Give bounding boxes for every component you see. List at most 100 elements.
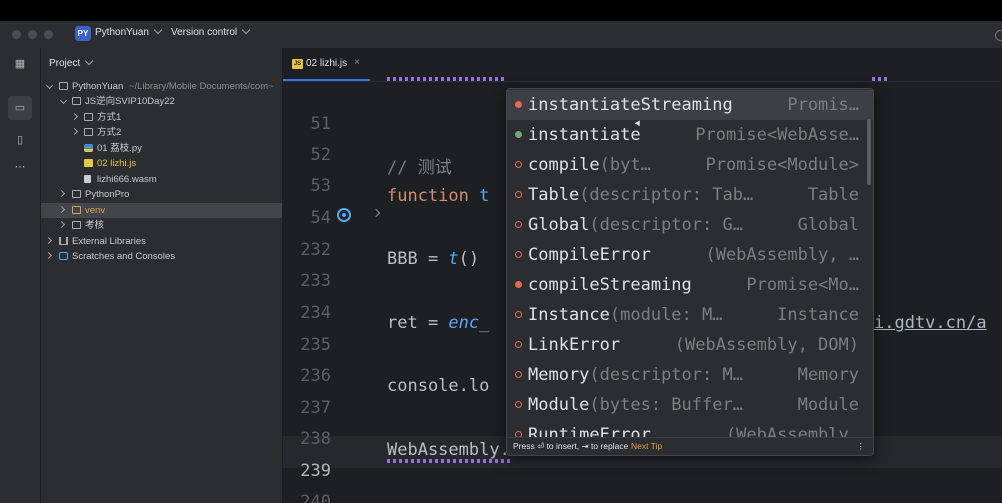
structure-icon[interactable]: ▦ (13, 57, 27, 71)
close-icon[interactable]: × (354, 57, 360, 68)
expand-arrow-icon[interactable] (45, 81, 54, 90)
completion-item[interactable]: Module(bytes: Buffer… Module (507, 390, 873, 420)
python-file-icon (84, 144, 93, 152)
folder-icon (84, 113, 93, 121)
folder-icon[interactable]: ▭ (13, 101, 27, 115)
code-text: WebAssembly (387, 440, 500, 460)
completion-type: Promis… (787, 95, 859, 115)
property-icon (515, 131, 522, 138)
completion-item[interactable]: instantiateStreaming Promis… (507, 90, 873, 120)
class-icon (515, 371, 522, 378)
tree-item-js-file[interactable]: 02 lizhi.js (41, 156, 282, 171)
line-number: 235 (300, 335, 331, 355)
tree-item-pythonyuan[interactable]: PythonYuan ~/Library/Mobile Documents/co… (41, 79, 282, 94)
line-number: 233 (300, 271, 331, 291)
url-link[interactable]: i.gdtv.cn/a (874, 313, 987, 333)
collapse-arrow-icon[interactable] (57, 220, 66, 229)
line-number: 52 (310, 145, 331, 165)
project-badge[interactable]: PY (75, 26, 91, 41)
project-switcher[interactable]: PythonYuan (95, 25, 163, 38)
collapse-arrow-icon[interactable] (57, 189, 66, 198)
project-panel: Project PythonYuan ~/Library/Mobile Docu… (41, 48, 282, 503)
keyword: function (387, 186, 469, 206)
code-line-53[interactable]: // 测试 (387, 153, 452, 178)
warning-squiggle (387, 77, 506, 81)
more-options-icon[interactable]: ⋮ (857, 438, 866, 454)
bookmark-icon[interactable]: ▯ (13, 133, 27, 147)
code-text: ret = (387, 313, 449, 333)
js-file-icon (84, 159, 93, 167)
completion-item[interactable]: instantiate Promise<WebAsse… (507, 120, 873, 150)
tree-item-label: External Libraries (72, 236, 146, 247)
code-line-235[interactable]: ret = enc_ (387, 313, 489, 333)
line-number: 54 (310, 208, 331, 228)
line-number: 238 (300, 429, 331, 449)
tree-item-scratches[interactable]: Scratches and Consoles (41, 249, 282, 264)
project-panel-header[interactable]: Project (49, 56, 94, 69)
folder-icon (84, 128, 93, 136)
minimize-window-dot[interactable] (28, 30, 37, 39)
popup-scrollbar[interactable] (867, 119, 871, 185)
tree-item-external-libraries[interactable]: External Libraries (41, 234, 282, 249)
run-gutter-icon[interactable] (337, 208, 351, 222)
completion-name: Instance(module: M… (528, 305, 723, 325)
vcs-switcher[interactable]: Version control (171, 25, 251, 38)
collapse-arrow-icon[interactable] (44, 236, 53, 245)
tree-item-venv[interactable]: venv (41, 203, 282, 218)
completion-type: Promise<Module> (705, 155, 859, 175)
tree-item-wasm-file[interactable]: lizhi666.wasm (41, 172, 282, 187)
next-tip-link[interactable]: Next Tip (631, 438, 662, 454)
expand-arrow-icon[interactable] (59, 96, 68, 105)
footer-hint: Press ⏎ to insert, ⇥ to replace (513, 441, 629, 451)
line-number-gutter: 51 52 53 54 232 233 234 235 236 237 238 … (283, 82, 373, 503)
chevron-down-icon (153, 25, 163, 35)
folder-icon (72, 221, 81, 229)
code-line-239[interactable]: WebAssembly. (387, 440, 510, 460)
completion-type: Promise<Mo… (746, 275, 859, 295)
collapse-arrow-icon[interactable] (44, 251, 53, 260)
collapse-arrow-icon[interactable] (70, 127, 79, 136)
collapse-arrow-icon[interactable] (70, 112, 79, 121)
settings-icon[interactable] (995, 30, 1002, 41)
completion-footer: Press ⏎ to insert, ⇥ to replace Next Tip… (507, 437, 873, 455)
completion-item[interactable]: LinkError (WebAssembly, DOM) (507, 330, 873, 360)
completion-item[interactable]: Instance(module: M… Instance (507, 300, 873, 330)
code-line-54[interactable]: function t (387, 186, 489, 206)
tree-item-js-course[interactable]: JS逆向SVIP10Day22 (41, 94, 282, 109)
completion-type: Memory (797, 365, 859, 385)
title-bar: PY PythonYuan Version control (0, 21, 1002, 48)
completion-item[interactable]: Memory(descriptor: M… Memory (507, 360, 873, 390)
tree-item-label: PythonPro (85, 189, 130, 200)
collapse-arrow-icon[interactable] (57, 205, 66, 214)
completion-item[interactable]: Global(descriptor: G… Global (507, 210, 873, 240)
fold-arrow-icon[interactable] (371, 208, 381, 218)
completion-item[interactable]: CompileError (WebAssembly, … (507, 240, 873, 270)
close-window-dot[interactable] (12, 30, 21, 39)
zoom-window-dot[interactable] (44, 30, 53, 39)
tree-item-label: venv (85, 205, 106, 216)
warning-squiggle (387, 459, 510, 463)
code-line-233[interactable]: BBB = t() (387, 249, 479, 269)
tree-item-fangshi2[interactable]: 方式2 (41, 125, 282, 140)
tree-item-fangshi1[interactable]: 方式1 (41, 110, 282, 125)
method-icon (515, 281, 522, 288)
completion-item[interactable]: Table(descriptor: Tab… Table (507, 180, 873, 210)
completion-item[interactable]: compile(byt… Promise<Module> (507, 150, 873, 180)
completion-name: instantiateStreaming (528, 95, 733, 115)
code-line-237[interactable]: console.lo (387, 376, 489, 396)
tree-item-kaohe[interactable]: 考核 (41, 218, 282, 233)
tree-item-pythonpro[interactable]: PythonPro (41, 187, 282, 202)
code-text: () (458, 249, 480, 269)
line-number: 53 (310, 176, 331, 196)
tab-label: 02 lizhi.js (306, 58, 348, 69)
completion-item[interactable]: compileStreaming Promise<Mo… (507, 270, 873, 300)
tree-item-py-file[interactable]: 01 荔枝.py (41, 141, 282, 156)
tree-item-label: 01 荔枝.py (97, 143, 142, 154)
more-icon[interactable]: ⋯ (13, 160, 27, 174)
tree-item-label: PythonYuan (72, 81, 124, 92)
completion-name: Global(descriptor: G… (528, 215, 743, 235)
tab-lizhi-js[interactable]: JS 02 lizhi.js × (283, 48, 370, 81)
function-name: t (479, 186, 490, 206)
method-icon (515, 161, 522, 168)
library-icon (59, 237, 68, 245)
